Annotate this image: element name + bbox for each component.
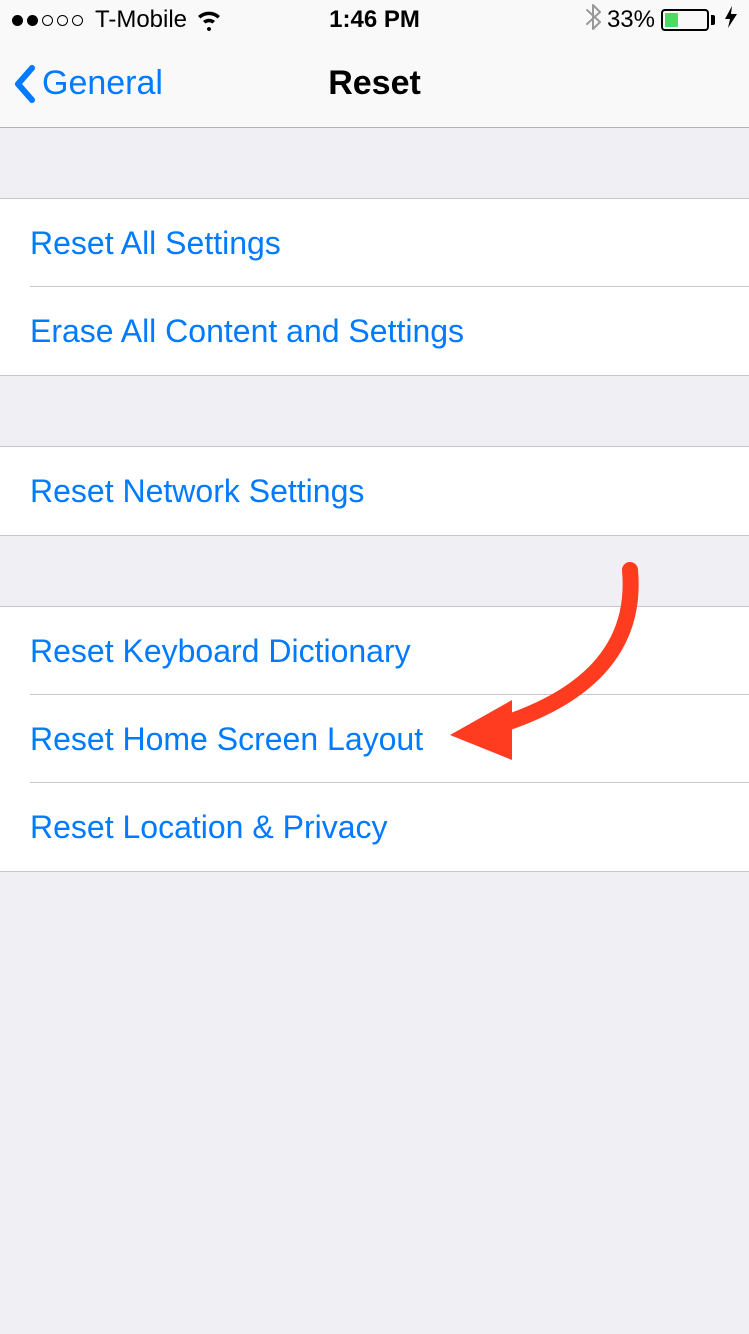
item-label: Reset Location & Privacy <box>30 809 388 846</box>
item-label: Reset Keyboard Dictionary <box>30 633 411 670</box>
section-spacer <box>0 128 749 198</box>
reset-all-settings-item[interactable]: Reset All Settings <box>0 199 749 287</box>
battery-icon <box>661 9 715 31</box>
status-left: T-Mobile <box>12 6 223 34</box>
page-title: Reset <box>328 64 421 103</box>
erase-all-content-item[interactable]: Erase All Content and Settings <box>0 287 749 375</box>
status-right: 33% <box>585 4 737 37</box>
status-bar: T-Mobile 1:46 PM 33% <box>0 0 749 40</box>
back-label: General <box>42 64 163 103</box>
charging-icon <box>725 6 737 34</box>
list-group: Reset All Settings Erase All Content and… <box>0 198 749 376</box>
wifi-icon <box>195 9 223 31</box>
back-button[interactable]: General <box>12 64 163 104</box>
reset-keyboard-dictionary-item[interactable]: Reset Keyboard Dictionary <box>0 607 749 695</box>
section-spacer <box>0 536 749 606</box>
list-group: Reset Keyboard Dictionary Reset Home Scr… <box>0 606 749 872</box>
signal-strength-icon <box>12 15 83 26</box>
carrier-label: T-Mobile <box>95 6 187 34</box>
chevron-left-icon <box>12 64 36 104</box>
item-label: Erase All Content and Settings <box>30 313 464 350</box>
section-spacer <box>0 376 749 446</box>
reset-home-screen-layout-item[interactable]: Reset Home Screen Layout <box>0 695 749 783</box>
reset-location-privacy-item[interactable]: Reset Location & Privacy <box>0 783 749 871</box>
item-label: Reset Network Settings <box>30 473 364 510</box>
list-group: Reset Network Settings <box>0 446 749 536</box>
reset-network-settings-item[interactable]: Reset Network Settings <box>0 447 749 535</box>
item-label: Reset Home Screen Layout <box>30 721 423 758</box>
nav-bar: General Reset <box>0 40 749 128</box>
bluetooth-icon <box>585 4 601 37</box>
battery-percent: 33% <box>607 6 655 34</box>
item-label: Reset All Settings <box>30 225 281 262</box>
clock: 1:46 PM <box>329 6 420 34</box>
